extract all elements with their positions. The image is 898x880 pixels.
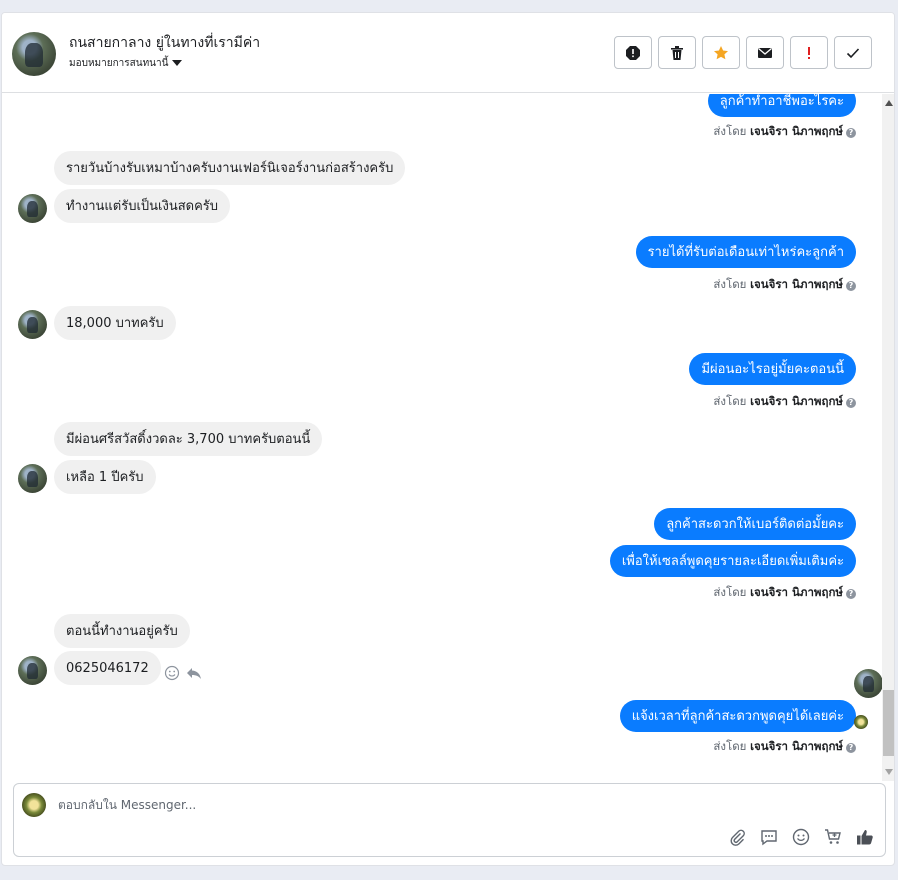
add-to-cart-button[interactable]: [823, 827, 843, 847]
outgoing-message[interactable]: ลูกค้าทำอาชีพอะไรคะ: [707, 94, 856, 117]
thread-scrollbar[interactable]: [882, 94, 894, 781]
help-icon[interactable]: ?: [846, 743, 856, 753]
incoming-message[interactable]: รายวันบ้างรับเหมาบ้างครับงานเฟอร์นิเจอร์…: [54, 151, 406, 185]
contact-avatar-small: [18, 464, 47, 493]
incoming-message[interactable]: 18,000 บาทครับ: [54, 306, 176, 340]
outgoing-message[interactable]: แจ้งเวลาที่ลูกค้าสะดวกพูดคุยได้เลยค่ะ: [619, 700, 856, 732]
outgoing-message[interactable]: เพื่อให้เซลล์พูดคุยรายละเอียดเพิ่มเติมค่…: [609, 545, 856, 577]
star-button[interactable]: [702, 36, 740, 69]
saved-replies-button[interactable]: [759, 827, 779, 847]
assign-label: มอบหมายการสนทนานี้: [69, 58, 169, 69]
contact-avatar[interactable]: [12, 32, 56, 76]
check-icon: [846, 47, 860, 58]
reply-composer: [13, 783, 886, 857]
conversation-header: ถนสายกาลาง ยู่ในทางที่เรามีค่า มอบหมายกา…: [2, 13, 894, 93]
scroll-thumb[interactable]: [883, 690, 894, 756]
sent-by-line: ส่งโดย เจนจิรา นิภาพฤกษ์?: [713, 738, 856, 756]
mark-unread-button[interactable]: [746, 36, 784, 69]
contact-avatar-small: [18, 310, 47, 339]
sent-by-prefix: ส่งโดย: [713, 739, 747, 753]
sent-by-line: ส่งโดย เจนจิรา นิภาพฤกษ์?: [713, 123, 856, 141]
spam-icon: [626, 45, 640, 60]
trash-icon: [671, 45, 683, 60]
sent-by-name: เจนจิรา นิภาพฤกษ์: [750, 585, 843, 599]
sent-by-name: เจนจิรา นิภาพฤกษ์: [750, 277, 843, 291]
incoming-message[interactable]: 0625046172: [54, 651, 161, 685]
attach-button[interactable]: [727, 827, 747, 847]
like-button[interactable]: [855, 827, 875, 847]
help-icon[interactable]: ?: [846, 589, 856, 599]
incoming-message[interactable]: ตอนนี้ทำงานอยู่ครับ: [54, 614, 190, 648]
saved-reply-icon: [761, 830, 777, 846]
sent-by-name: เจนจิรา นิภาพฤกษ์: [750, 739, 843, 753]
help-icon[interactable]: ?: [846, 128, 856, 138]
message-thread: ลูกค้าทำอาชีพอะไรคะ ส่งโดย เจนจิรา นิภาพ…: [2, 94, 894, 781]
contact-name[interactable]: ถนสายกาลาง ยู่ในทางที่เรามีค่า: [69, 32, 260, 54]
star-icon: [714, 45, 728, 59]
sent-by-prefix: ส่งโดย: [713, 277, 747, 291]
sent-by-prefix: ส่งโดย: [713, 394, 747, 408]
delivered-indicator-icon: [854, 715, 868, 729]
conversation-panel: ถนสายกาลาง ยู่ในทางที่เรามีค่า มอบหมายกา…: [1, 12, 895, 866]
help-icon[interactable]: ?: [846, 398, 856, 408]
outgoing-message[interactable]: รายได้ที่รับต่อเดือนเท่าไหร่คะลูกค้า: [635, 236, 856, 268]
contact-avatar-small: [18, 194, 47, 223]
incoming-message[interactable]: เหลือ 1 ปีครับ: [54, 460, 156, 494]
composer-toolbar: [727, 827, 875, 847]
header-toolbar: [614, 36, 872, 69]
emoji-button[interactable]: [791, 827, 811, 847]
caret-down-icon: [172, 60, 183, 66]
outgoing-message[interactable]: มีผ่อนอะไรอยู่มั้ยคะตอนนี้: [689, 353, 856, 385]
contact-avatar-small: [18, 656, 47, 685]
seen-indicator-icon: [854, 669, 883, 698]
sent-by-line: ส่งโดย เจนจิรา นิภาพฤกษ์?: [713, 393, 856, 411]
exclamation-icon: [808, 46, 810, 59]
reply-input[interactable]: [58, 795, 658, 815]
mail-icon: [758, 47, 772, 58]
sent-by-line: ส่งโดย เจนจิรา นิภาพฤกษ์?: [713, 584, 856, 602]
scroll-up-arrow-icon[interactable]: [885, 100, 893, 106]
sent-by-line: ส่งโดย เจนจิรา นิภาพฤกษ์?: [713, 276, 856, 294]
incoming-message[interactable]: ทำงานแต่รับเป็นเงินสดครับ: [54, 189, 231, 223]
help-icon[interactable]: ?: [846, 281, 856, 291]
sent-by-prefix: ส่งโดย: [713, 585, 747, 599]
sent-by-name: เจนจิรา นิภาพฤกษ์: [750, 124, 843, 138]
react-smiley-icon[interactable]: [164, 665, 180, 681]
outgoing-message[interactable]: ลูกค้าสะดวกให้เบอร์ติดต่อมั้ยคะ: [654, 508, 856, 540]
sent-by-prefix: ส่งโดย: [713, 124, 747, 138]
follow-up-button[interactable]: [790, 36, 828, 69]
message-actions: [164, 665, 202, 681]
scroll-down-arrow-icon[interactable]: [885, 769, 893, 775]
delete-button[interactable]: [658, 36, 696, 69]
sent-by-name: เจนจิรา นิภาพฤกษ์: [750, 394, 843, 408]
emoji-icon: [792, 828, 810, 846]
page-avatar-icon: [22, 793, 46, 817]
mark-done-button[interactable]: [834, 36, 872, 69]
like-icon: [857, 830, 873, 845]
attachment-icon: [730, 829, 745, 846]
cart-icon: [825, 829, 841, 844]
assign-conversation-dropdown[interactable]: มอบหมายการสนทนานี้: [69, 56, 183, 71]
incoming-message[interactable]: มีผ่อนศรีสวัสดิ์งวดละ 3,700 บาทครับตอนนี…: [54, 422, 323, 456]
mark-spam-button[interactable]: [614, 36, 652, 69]
reply-icon[interactable]: [186, 665, 202, 681]
